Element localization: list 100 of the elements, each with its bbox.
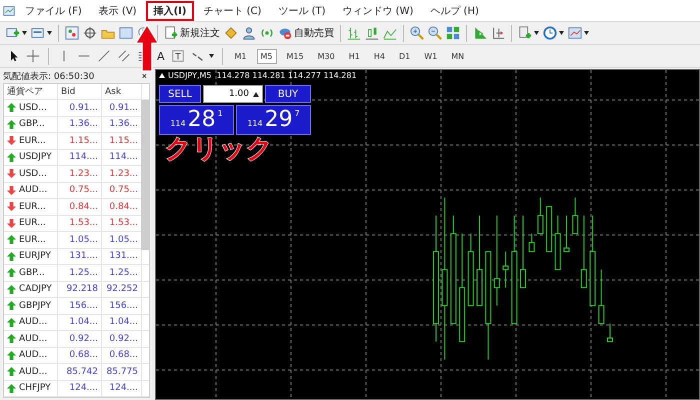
symbol-text: EUR... (19, 136, 46, 146)
dropdown-caret-icon[interactable] (559, 31, 564, 35)
symbol-cell[interactable]: GBP... (4, 265, 58, 280)
timeframe-button[interactable]: M15 (282, 48, 308, 64)
symbol-cell[interactable]: EURJPY (4, 248, 58, 264)
auto-trading-button[interactable]: 自動売買 (278, 26, 334, 40)
menu-item[interactable]: ヘルプ (H) (422, 0, 487, 20)
symbol-cell[interactable]: AUD... (4, 182, 58, 198)
symbol-cell[interactable]: CHFJPY (4, 380, 58, 396)
symbol-text: USD... (19, 168, 47, 179)
column-header[interactable]: Ask (102, 84, 142, 99)
timeframe-button[interactable]: H1 (344, 48, 364, 64)
symbol-text: USD... (19, 102, 47, 113)
timeframe-button[interactable]: M30 (314, 48, 339, 64)
new-order-button[interactable]: 新規注文 (164, 26, 220, 40)
symbol-text: CADJPY (19, 284, 52, 294)
dropdown-caret-icon[interactable] (208, 54, 214, 58)
chart-shift-icon[interactable] (473, 26, 487, 40)
text-label-icon[interactable] (170, 49, 185, 63)
cursor-arrow-icon[interactable] (8, 49, 20, 63)
collapse-triangle-icon[interactable] (159, 73, 165, 78)
symbol-cell[interactable]: USD... (4, 166, 58, 182)
zoom-out-icon[interactable] (428, 26, 442, 40)
bid-cell: 0.91... (58, 100, 102, 116)
text-tool[interactable]: A (157, 50, 165, 62)
person-icon[interactable] (242, 26, 256, 40)
add-indicator-icon[interactable] (518, 26, 532, 40)
close-button[interactable]: × (142, 72, 147, 80)
symbol-cell[interactable]: USD... (4, 100, 58, 116)
bid-cell: 85.742 (58, 364, 102, 380)
profiles-icon[interactable] (31, 26, 45, 40)
symbol-cell[interactable]: USDJPY (4, 150, 58, 165)
symbol-cell[interactable]: AUD... (4, 331, 58, 346)
symbol-text: CHFJPY (19, 383, 51, 394)
crosshair-target-icon[interactable] (83, 26, 97, 40)
channel-icon[interactable] (117, 49, 131, 63)
symbol-cell[interactable]: EUR... (4, 232, 58, 248)
bid-cell: 0.84... (58, 199, 102, 214)
bid-cell: 1.53... (58, 216, 102, 231)
zoom-in-icon[interactable] (410, 26, 424, 40)
menu-item[interactable]: チャート (C) (195, 0, 270, 20)
symbol-text: GBP... (19, 119, 45, 130)
menu-item[interactable]: ファイル (F) (17, 0, 90, 20)
trendline-icon[interactable] (97, 49, 111, 63)
symbol-text: EURJPY (19, 251, 51, 262)
app-icon[interactable] (2, 4, 16, 18)
dropdown-caret-icon[interactable] (534, 31, 539, 35)
template-icon[interactable] (568, 26, 582, 40)
menu-item[interactable]: 表示 (V) (90, 0, 145, 20)
column-header[interactable]: Bid (58, 84, 102, 99)
bid-cell: 124.... (58, 380, 102, 396)
pointer-arrow-tooltip (135, 24, 159, 72)
column-header[interactable]: 通貨ペア (4, 84, 58, 99)
ask-cell: 92.252 (102, 282, 142, 297)
diamond-icon[interactable] (224, 26, 238, 40)
lot-field[interactable]: 1.00 (203, 85, 263, 103)
hat-stop-icon[interactable] (278, 26, 292, 40)
crosshair-icon[interactable] (26, 49, 40, 63)
symbol-cell[interactable]: GBP... (4, 116, 58, 132)
autoscroll-icon[interactable] (491, 26, 505, 40)
symbol-text: AUD... (19, 366, 48, 377)
timeframe-button[interactable]: H4 (370, 48, 389, 64)
bid-cell: 131.... (58, 248, 102, 264)
spinner-up-icon[interactable] (253, 92, 259, 96)
new-chart-icon[interactable] (6, 26, 20, 40)
timeframe-button[interactable]: D1 (394, 48, 414, 64)
bid-cell: 92.218 (58, 282, 102, 297)
symbol-cell[interactable]: EUR... (4, 133, 58, 148)
dropdown-caret-icon[interactable] (22, 31, 27, 35)
menu-item[interactable]: 挿入(I) (146, 0, 194, 20)
candlestick (598, 270, 604, 324)
timeframe-button[interactable]: M5 (256, 48, 277, 64)
buy-button[interactable]: BUY (265, 85, 311, 103)
symbol-cell[interactable]: GBPJPY (4, 298, 58, 314)
market-watch-icon[interactable] (65, 26, 79, 40)
window-icon[interactable] (119, 26, 133, 40)
timeframe-button[interactable]: W1 (420, 48, 442, 64)
ask-cell: 156.... (102, 298, 142, 314)
ask-cell: 124.... (102, 380, 142, 396)
symbol-cell[interactable]: AUD... (4, 314, 58, 330)
candle-chart-icon[interactable] (365, 26, 379, 40)
timeframe-button[interactable]: M1 (230, 48, 251, 64)
tile-windows-icon[interactable] (446, 26, 460, 40)
bid-cell: 1.25... (58, 265, 102, 280)
symbol-cell[interactable]: AUD... (4, 348, 58, 363)
menu-item[interactable]: ウィンドウ (W) (334, 0, 422, 20)
scrollbar-thumb[interactable] (141, 100, 149, 250)
menu-item[interactable]: ツール (T) (270, 0, 334, 20)
ask-cell: 0.92... (102, 331, 142, 346)
dropdown-caret-icon[interactable] (47, 31, 52, 35)
symbol-cell[interactable]: AUD... (4, 364, 58, 380)
symbol-cell[interactable]: EUR... (4, 216, 58, 231)
clock-icon[interactable] (543, 26, 557, 40)
sell-button[interactable]: SELL (159, 85, 201, 103)
symbol-cell[interactable]: EUR... (4, 199, 58, 214)
timeframe-button[interactable]: MN (447, 48, 468, 64)
dropdown-caret-icon[interactable] (584, 31, 589, 35)
bid-cell: 1.15... (58, 133, 102, 148)
order-document-icon[interactable] (164, 26, 178, 40)
symbol-cell[interactable]: CADJPY (4, 282, 58, 297)
